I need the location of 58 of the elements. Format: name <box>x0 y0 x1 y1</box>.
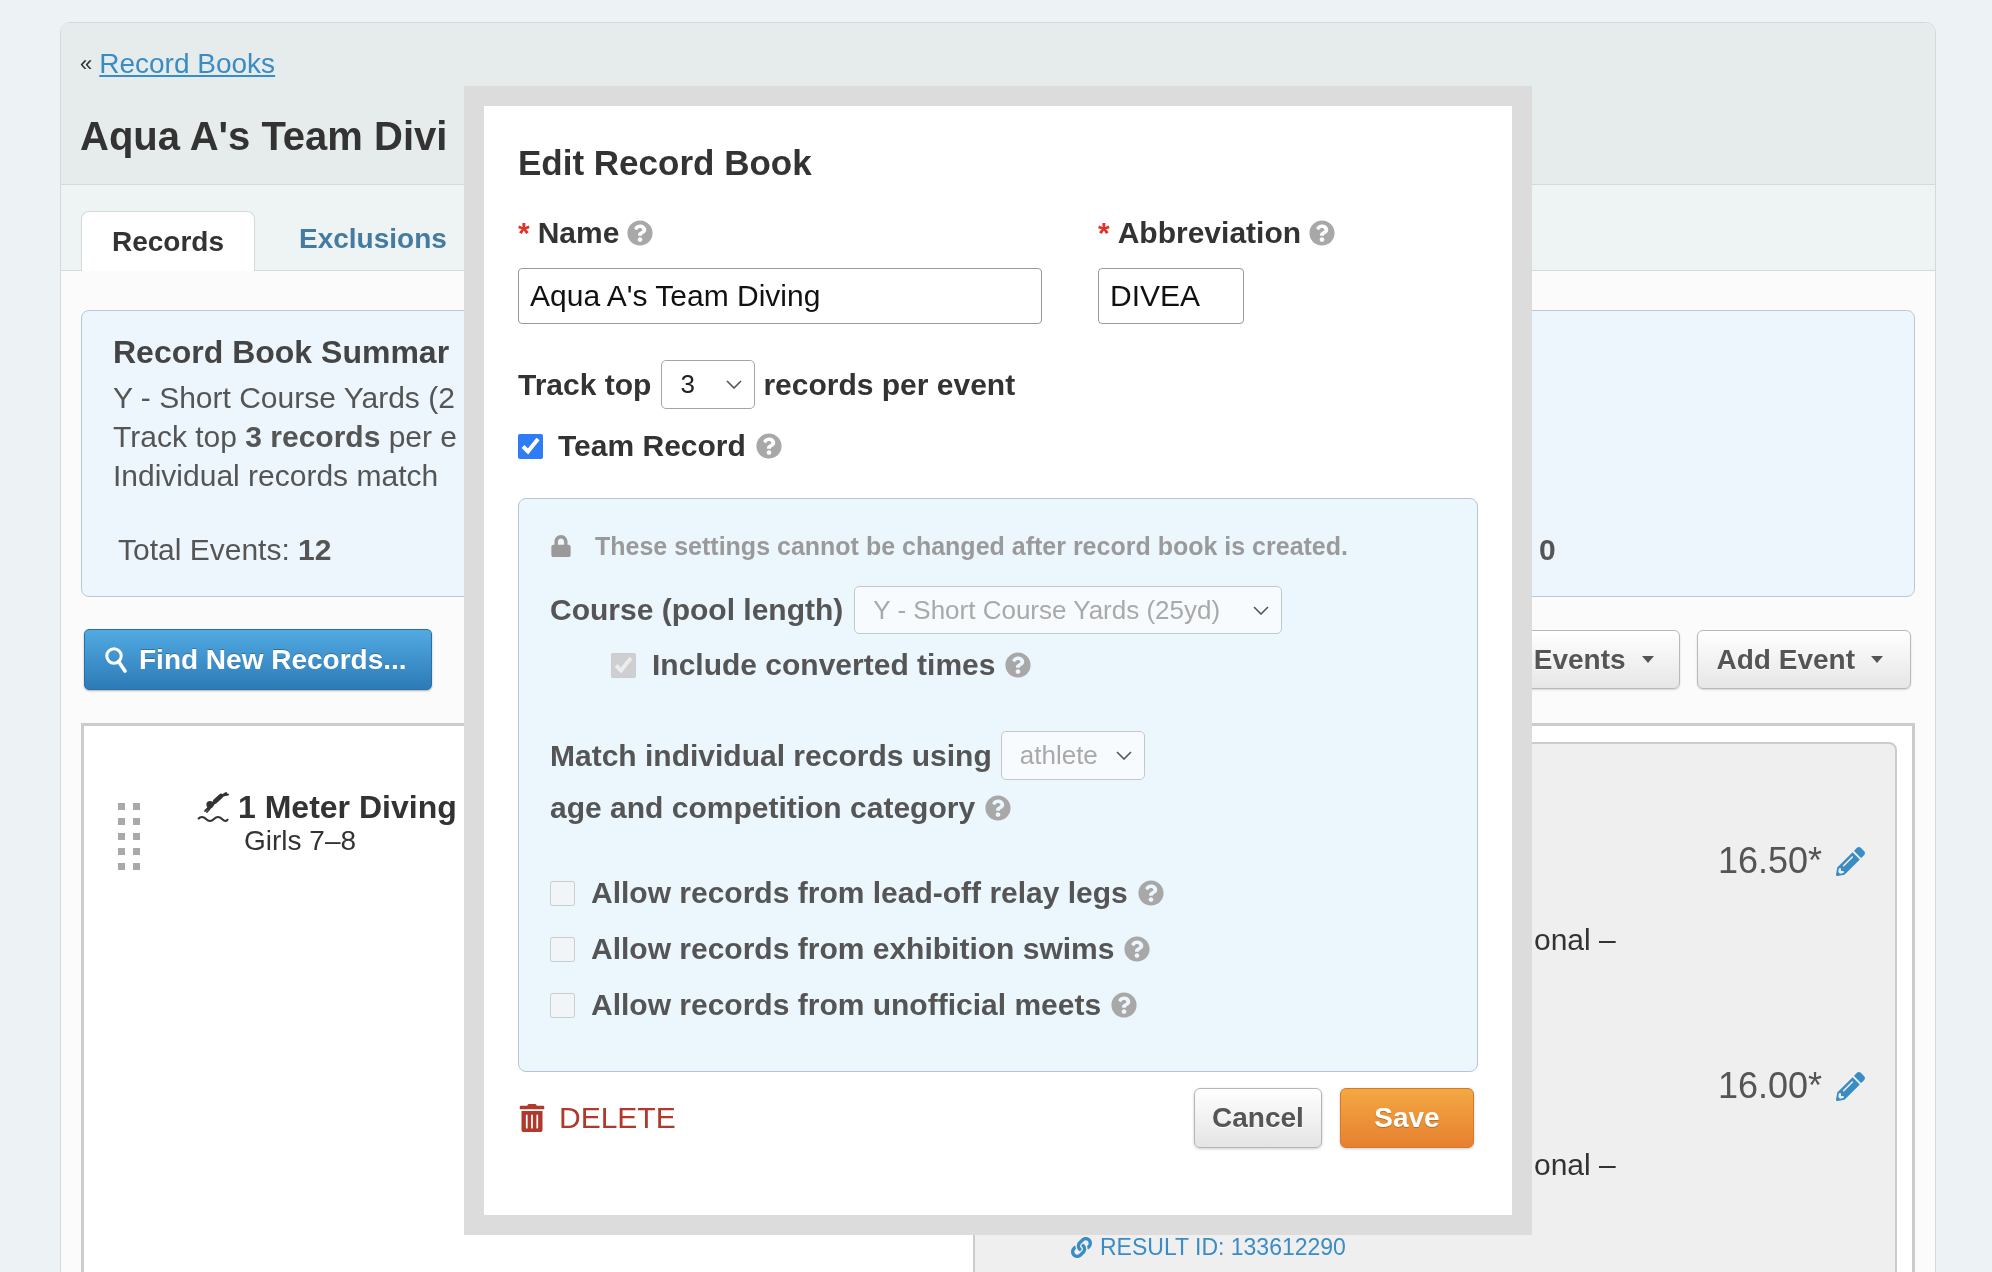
field-label: Track top <box>518 366 652 403</box>
tab[interactable]: Exclusions <box>267 210 459 270</box>
help-icon[interactable] <box>1309 220 1336 246</box>
checkbox-label: Include converted times <box>652 647 996 683</box>
field-label: records per event <box>763 366 1016 403</box>
caret-icon <box>1871 656 1883 663</box>
dialog-title: Edit Record Book <box>518 142 812 184</box>
checkbox-label: Allow records from unofficial meets <box>591 987 1102 1023</box>
event-subtitle: Girls 7–8 <box>244 824 357 858</box>
pencil-icon[interactable] <box>1836 846 1865 876</box>
menu-button[interactable]: Add Event <box>1696 630 1911 689</box>
records-count-dropdown[interactable]: 3 <box>661 360 756 409</box>
field-label: Course (pool length) <box>550 592 844 628</box>
help-icon[interactable] <box>627 220 654 246</box>
link-icon <box>1071 1236 1092 1258</box>
drag-handle-icon[interactable] <box>118 803 140 871</box>
field-label: Name <box>537 215 620 251</box>
checkbox-label: Allow records from exhibition swims <box>591 931 1115 967</box>
checkbox-label: Allow records from lead-off relay legs <box>591 875 1128 911</box>
summary-heading: Record Book Summar <box>113 333 450 372</box>
record-detail: onal – <box>1534 1147 1616 1183</box>
chevron-down-icon <box>1115 751 1132 760</box>
dialog-button[interactable]: Cancel <box>1194 1088 1322 1148</box>
total-events: Total Events: 12 <box>118 532 332 568</box>
page-title: Aqua A's Team Divi <box>80 113 448 160</box>
help-icon[interactable] <box>755 433 782 459</box>
breadcrumb-link[interactable]: Record Books <box>99 47 276 81</box>
chevron-down-icon <box>1253 605 1270 615</box>
delete-button[interactable]: DELETE <box>518 1100 676 1136</box>
tab[interactable]: Records <box>81 211 255 271</box>
required-mark: * <box>1098 215 1110 251</box>
summary-line: Individual records match <box>113 458 439 494</box>
record-time: 16.00* <box>1717 1064 1822 1108</box>
summary-line: Y - Short Course Yards (2 <box>113 380 455 416</box>
locked-note: These settings cannot be changed after record book is created. <box>595 531 1348 561</box>
result-id-link[interactable]: RESULT ID: 133612290 <box>1071 1232 1346 1262</box>
chevron-down-icon <box>726 380 743 389</box>
caret-icon <box>1641 656 1654 663</box>
pencil-icon[interactable] <box>1836 1071 1865 1101</box>
record-time: 16.50* <box>1717 839 1822 883</box>
field-label: age and competition category <box>550 790 976 826</box>
trash-icon <box>518 1104 546 1132</box>
abbreviation-input[interactable]: DIVEA <box>1098 268 1244 324</box>
field-label: Match individual records using <box>550 737 992 774</box>
breadcrumb-separator: « <box>80 50 93 78</box>
required-mark: * <box>518 215 530 251</box>
summary-value: 0 <box>1539 532 1556 568</box>
diver-icon <box>197 792 229 822</box>
search-icon <box>105 646 127 673</box>
field-label: Abbreviation <box>1117 215 1302 251</box>
find-records-button[interactable]: Find New Records... <box>84 629 432 690</box>
record-detail: onal – <box>1534 922 1616 958</box>
event-title: 1 Meter Diving <box>238 788 457 827</box>
checkbox[interactable] <box>518 433 543 459</box>
name-input[interactable]: Aqua A's Team Diving <box>518 268 1042 324</box>
lock-icon <box>550 535 572 557</box>
summary-line: Track top 3 records per e <box>113 419 458 455</box>
checkbox-label: Team Record <box>558 428 746 464</box>
